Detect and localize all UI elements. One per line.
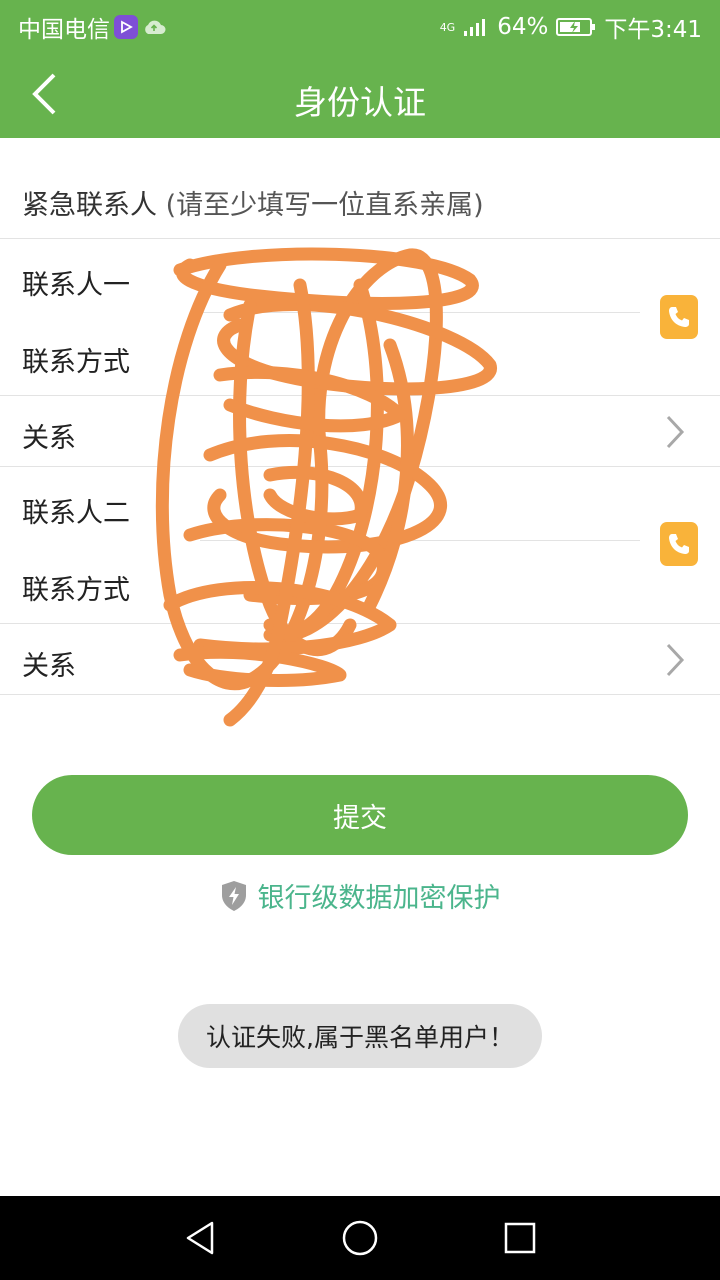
divider [0, 694, 720, 695]
contact1-relation-select[interactable] [200, 408, 630, 454]
battery-charging-icon [556, 18, 596, 36]
status-left: 中国电信 [18, 10, 166, 44]
nav-back-button[interactable] [178, 1216, 222, 1260]
error-toast: 认证失败,属于黑名单用户！ [178, 1004, 542, 1068]
triangle-back-icon [186, 1221, 214, 1255]
cloud-upload-icon [145, 20, 166, 34]
phone-icon [669, 307, 689, 327]
battery-percent: 64% [497, 14, 549, 40]
contact2-phone-label: 联系方式 [22, 575, 130, 606]
contact2-name-label: 联系人二 [22, 498, 130, 529]
square-recents-icon [504, 1222, 536, 1254]
nav-home-button[interactable] [338, 1216, 382, 1260]
contact2-relation-select[interactable] [200, 636, 630, 682]
status-bar: 中国电信 4G 64% 下午3:41 [0, 0, 720, 50]
chevron-right-icon[interactable] [664, 414, 686, 450]
app-bar: 身份认证 [0, 50, 720, 138]
contact2-relation-label: 关系 [22, 651, 76, 682]
chevron-right-icon[interactable] [664, 642, 686, 678]
network-type: 4G [439, 20, 456, 34]
contact1-name-label: 联系人一 [22, 270, 130, 301]
shield-bolt-icon [221, 880, 246, 911]
contact1-phone-label: 联系方式 [22, 347, 130, 378]
security-note: 银行级数据加密保护 [0, 876, 720, 915]
security-note-text: 银行级数据加密保护 [257, 883, 501, 914]
contact2-phone-input[interactable] [200, 560, 630, 606]
video-app-icon [114, 15, 138, 39]
contact2-phonebook-button[interactable] [660, 522, 698, 566]
carrier-name: 中国电信 [18, 17, 110, 43]
divider [0, 623, 720, 624]
page-title: 身份认证 [294, 83, 426, 122]
circle-home-icon [342, 1220, 378, 1256]
contact1-phone-input[interactable] [200, 332, 630, 378]
divider [0, 395, 720, 396]
contact1-relation-label: 关系 [22, 423, 76, 454]
section-hint: (请至少填写一位直系亲属) [157, 190, 484, 221]
nav-recents-button[interactable] [498, 1216, 542, 1260]
contact1-name-input[interactable] [200, 255, 630, 301]
phone-icon [669, 534, 689, 554]
contact2-name-input[interactable] [200, 483, 630, 529]
submit-button[interactable]: 提交 [32, 775, 688, 855]
divider [200, 540, 640, 541]
section-title: 紧急联系人 (请至少填写一位直系亲属) [22, 183, 484, 222]
contact1-phonebook-button[interactable] [660, 295, 698, 339]
divider [0, 238, 720, 239]
system-nav-bar [0, 1196, 720, 1280]
clock: 下午3:41 [604, 17, 702, 43]
divider [0, 466, 720, 467]
divider [200, 312, 640, 313]
status-right: 4G 64% 下午3:41 [440, 10, 702, 44]
section-title-text: 紧急联系人 [22, 190, 157, 221]
signal-icon [464, 19, 486, 36]
